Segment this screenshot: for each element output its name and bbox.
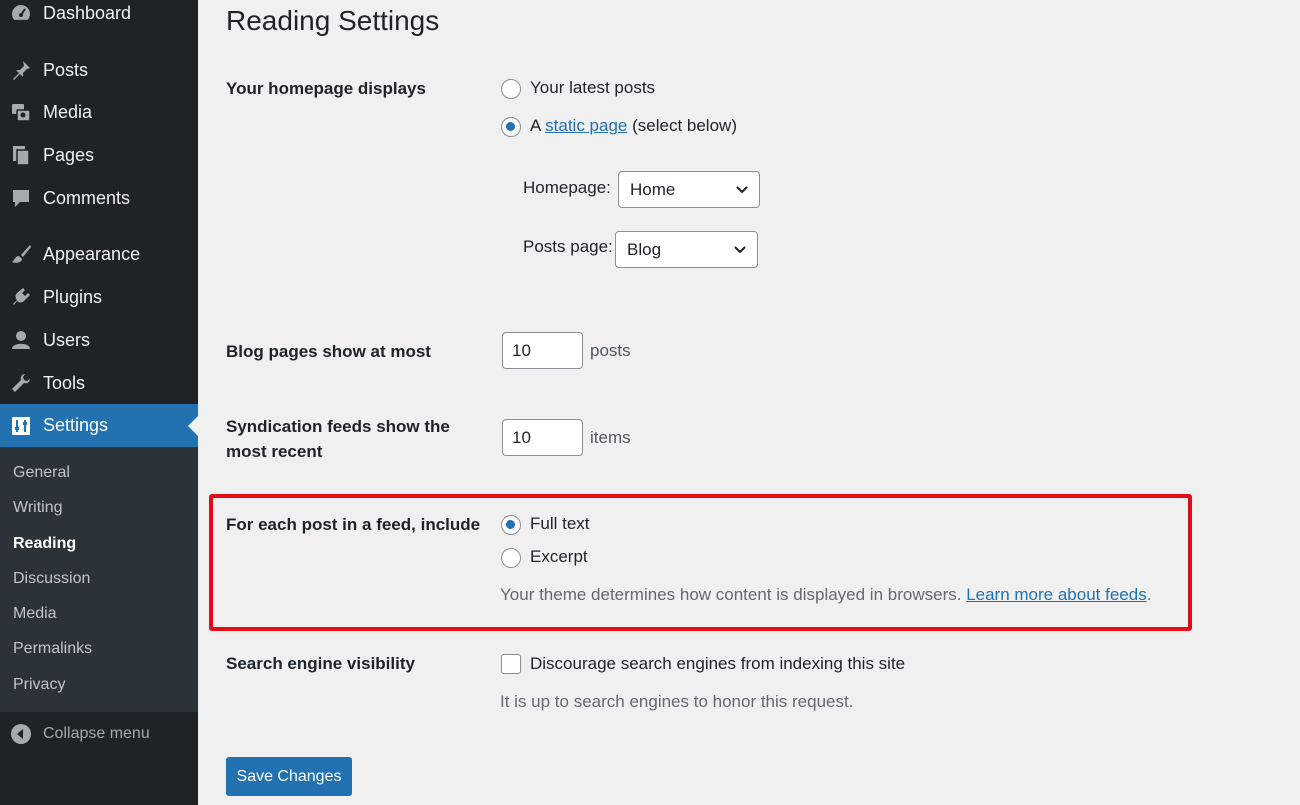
radio-full-text[interactable] [501, 515, 521, 535]
page-title: Reading Settings [226, 5, 440, 36]
discourage-search-label: Discourage search engines from indexing … [530, 654, 906, 673]
sidebar-item-label: Posts [43, 59, 89, 80]
sidebar-item-label: Appearance [43, 243, 141, 264]
comment-icon [9, 186, 33, 210]
sidebar-item-tools[interactable]: Tools [0, 363, 198, 403]
collapse-arrow-icon [10, 723, 32, 745]
sidebar-item-label: Pages [43, 144, 95, 165]
radio-excerpt-label: Excerpt [530, 547, 588, 566]
collapse-menu-label: Collapse menu [43, 725, 150, 742]
posts-page-select[interactable]: Blog [615, 231, 758, 268]
save-changes-button[interactable]: Save Changes [226, 757, 352, 796]
blog-pages-input[interactable]: 10 [502, 332, 583, 369]
discourage-search-checkbox[interactable] [501, 654, 521, 674]
sidebar-item-label: Comments [43, 187, 131, 208]
search-visibility-label: Search engine visibility [226, 654, 415, 673]
radio-latest-posts-label: Your latest posts [530, 78, 656, 97]
feed-description: Your theme determines how content is dis… [500, 585, 1151, 605]
search-visibility-note: It is up to search engines to honor this… [500, 692, 854, 711]
syndication-unit: items [590, 428, 631, 447]
radio-full-text-label: Full text [530, 514, 590, 533]
chevron-down-icon [734, 246, 746, 254]
static-page-suffix: (select below) [632, 116, 737, 135]
brush-icon [9, 242, 33, 266]
posts-page-select-value: Blog [627, 239, 662, 259]
sidebar-item-plugins[interactable]: Plugins [0, 277, 198, 317]
sidebar-item-users[interactable]: Users [0, 320, 198, 360]
submenu-item-permalinks[interactable]: Permalinks [13, 640, 92, 658]
admin-sidebar: Dashboard Posts Media Pages Comments App… [0, 0, 198, 805]
submenu-item-writing[interactable]: Writing [13, 499, 63, 517]
homepage-select[interactable]: Home [618, 171, 760, 208]
dashboard-icon [9, 1, 33, 25]
syndication-label-line1: Syndication feeds show the [226, 417, 450, 436]
submenu-item-general[interactable]: General [13, 464, 70, 482]
radio-excerpt[interactable] [501, 548, 521, 568]
sidebar-item-appearance[interactable]: Appearance [0, 234, 198, 274]
main-content: Reading Settings Your homepage displays … [198, 0, 1300, 805]
radio-latest-posts[interactable] [501, 79, 521, 99]
sidebar-item-pages[interactable]: Pages [0, 135, 198, 175]
feed-include-label: For each post in a feed, include [226, 515, 481, 534]
radio-static-page-label: A static page (select below) [530, 116, 737, 136]
homepage-select-label: Homepage: [523, 178, 611, 197]
static-page-prefix: A [530, 116, 541, 135]
pages-icon [9, 143, 33, 167]
media-icon [9, 100, 33, 124]
plugin-icon [9, 285, 33, 309]
submenu-item-reading[interactable]: Reading [13, 535, 76, 553]
sidebar-item-settings[interactable]: Settings [0, 404, 198, 447]
syndication-label: Syndication feeds show the most recent [226, 414, 450, 464]
blog-pages-unit: posts [590, 341, 631, 360]
homepage-select-value: Home [630, 179, 676, 199]
syndication-input[interactable]: 10 [502, 419, 583, 456]
sidebar-item-posts[interactable]: Posts [0, 50, 198, 90]
sidebar-item-label: Dashboard [43, 2, 132, 23]
settings-submenu: General Writing Reading Discussion Media… [0, 447, 198, 712]
sidebar-item-label: Users [43, 329, 91, 350]
syndication-label-line2: most recent [226, 442, 323, 461]
collapse-menu-button[interactable]: Collapse menu [0, 716, 198, 752]
feed-description-period: . [1146, 585, 1152, 604]
sidebar-item-label: Plugins [43, 286, 103, 307]
posts-page-select-label: Posts page: [523, 237, 613, 256]
static-page-link[interactable]: static page [545, 116, 627, 135]
sidebar-item-media[interactable]: Media [0, 92, 198, 132]
settings-icon [9, 414, 33, 438]
submenu-item-discussion[interactable]: Discussion [13, 570, 90, 588]
sidebar-item-label: Settings [43, 415, 109, 435]
sidebar-item-dashboard[interactable]: Dashboard [0, 0, 198, 33]
sidebar-item-label: Media [43, 101, 93, 122]
submenu-item-privacy[interactable]: Privacy [13, 676, 65, 694]
radio-static-page[interactable] [501, 117, 521, 137]
submenu-item-media[interactable]: Media [13, 605, 57, 623]
wrench-icon [9, 371, 33, 395]
sidebar-item-label: Tools [43, 372, 86, 393]
chevron-down-icon [736, 186, 748, 194]
learn-more-feeds-link[interactable]: Learn more about feeds [966, 585, 1147, 604]
homepage-displays-label: Your homepage displays [226, 79, 426, 98]
user-icon [9, 328, 33, 352]
pin-icon [9, 58, 33, 82]
feed-description-text: Your theme determines how content is dis… [500, 585, 962, 604]
blog-pages-label: Blog pages show at most [226, 342, 431, 361]
sidebar-item-comments[interactable]: Comments [0, 178, 198, 218]
